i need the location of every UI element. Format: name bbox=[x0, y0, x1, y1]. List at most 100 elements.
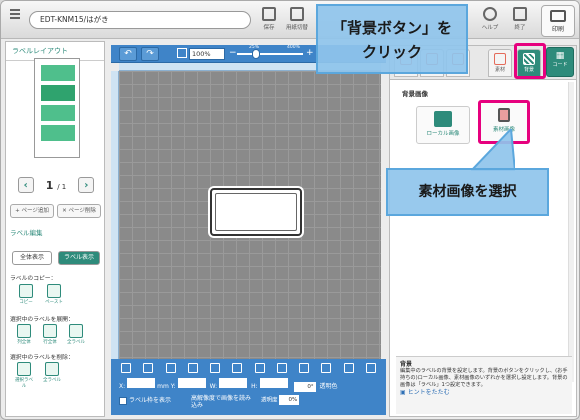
paper-switch-label: 用紙切替 bbox=[285, 25, 308, 31]
help-icon bbox=[483, 7, 497, 21]
trash-icon[interactable] bbox=[121, 363, 131, 373]
add-page-button[interactable]: + ページ追加 bbox=[10, 204, 54, 218]
right-panel-scrollbar[interactable] bbox=[568, 82, 574, 382]
exit-icon bbox=[513, 7, 527, 21]
x-unit: mm bbox=[157, 383, 169, 390]
preview-label-4[interactable] bbox=[41, 125, 75, 141]
exit-button[interactable]: 終了 bbox=[507, 5, 533, 37]
layout-preview[interactable] bbox=[34, 58, 80, 158]
zoom-in-icon[interactable]: + bbox=[306, 48, 314, 58]
show-all-button[interactable]: 全体表示 bbox=[12, 251, 52, 265]
tab-material-label: 素材 bbox=[494, 67, 505, 73]
zoom-out-icon[interactable]: − bbox=[229, 48, 237, 58]
transparent-color-button[interactable]: 透明色 bbox=[320, 383, 338, 390]
page-total: / 1 bbox=[57, 182, 67, 191]
zoom-select[interactable]: 100% bbox=[189, 48, 225, 60]
delete-heading: 選択中のラベルを削除： bbox=[10, 355, 74, 361]
print-button[interactable]: 印刷 bbox=[541, 5, 575, 37]
preview-label-2[interactable] bbox=[41, 85, 75, 101]
show-frame-option[interactable]: ラベル枠を表示 bbox=[119, 395, 171, 405]
expand-row-button[interactable]: 行全体 bbox=[40, 324, 60, 350]
all-labels-icon bbox=[69, 324, 83, 338]
x-label: X: bbox=[119, 383, 126, 390]
flip-icon[interactable] bbox=[276, 363, 287, 373]
cut-icon[interactable] bbox=[143, 363, 154, 373]
expand-column-button[interactable]: 列全体 bbox=[14, 324, 34, 350]
show-label-button[interactable]: ラベル表示 bbox=[58, 251, 100, 265]
page-current: 1 bbox=[45, 178, 54, 192]
redo-button[interactable]: ↷ bbox=[141, 47, 159, 61]
delete-page-button[interactable]: ✕ ページ削除 bbox=[57, 204, 101, 218]
align-icon[interactable] bbox=[254, 363, 265, 373]
callout-1-line-1: 「背景ボタン」を bbox=[331, 19, 452, 37]
paper-switch-button[interactable]: 用紙切替 bbox=[284, 5, 310, 37]
send-back-icon[interactable] bbox=[232, 363, 243, 373]
copy-heading: ラベルのコピー： bbox=[10, 276, 57, 282]
preview-label-3[interactable] bbox=[41, 105, 75, 121]
filename-field[interactable]: EDT-KNM15/はがき bbox=[29, 11, 251, 29]
save-button[interactable]: 保存 bbox=[256, 5, 282, 37]
tab-barcode[interactable]: ▦ コード bbox=[546, 47, 574, 77]
help-button[interactable]: ヘルプ bbox=[477, 5, 503, 37]
material-image-icon bbox=[498, 108, 510, 122]
delete-selected-label: 選択ラベル bbox=[15, 378, 33, 389]
barcode-icon: ▦ bbox=[555, 51, 565, 61]
left-panel: ラベルレイアウト ‹ 1 / 1 › + ページ追加 ✕ ページ削除 ラベル編集… bbox=[5, 41, 105, 417]
top-toolbar: EDT-KNM15/はがき 保存 用紙切替 ヘルプ 終了 印刷 bbox=[1, 1, 579, 39]
local-image-button[interactable]: ローカル画像 bbox=[416, 106, 470, 144]
canvas-bottom-toolbar: X: mm Y: W: H: 0° 透明色 ラベル枠を表示 高解像度で画像を読み込… bbox=[111, 359, 386, 415]
paste-object-icon[interactable] bbox=[187, 363, 198, 373]
background-tab-highlight bbox=[514, 43, 546, 79]
delete-all-label: 全ラベル bbox=[43, 378, 61, 383]
next-page-button[interactable]: › bbox=[78, 177, 95, 193]
show-frame-label: ラベル枠を表示 bbox=[129, 397, 172, 404]
menu-icon[interactable] bbox=[6, 7, 24, 29]
y-field[interactable] bbox=[177, 378, 206, 388]
all-labels-delete-icon bbox=[45, 362, 59, 376]
expand-heading: 選択中のラベルを展開： bbox=[10, 317, 74, 323]
vertical-ruler bbox=[111, 71, 119, 359]
w-label: W: bbox=[209, 383, 218, 390]
callout-click-background: 「背景ボタン」を クリック bbox=[316, 4, 468, 74]
right-panel: 素材 背景 ▦ コード 背景画像 ローカル画像 素材画像 背景 編集中のラベルの背… bbox=[389, 43, 577, 417]
paste-button[interactable]: ペースト bbox=[44, 284, 64, 310]
high-res-option[interactable]: 高解像度で画像を読み込み bbox=[191, 395, 255, 409]
delete-all-button[interactable]: 全ラベル bbox=[42, 362, 62, 388]
expand-all-button[interactable]: 全ラベル bbox=[66, 324, 86, 350]
preview-label-1[interactable] bbox=[41, 65, 75, 81]
lock-icon[interactable] bbox=[343, 363, 354, 373]
label-canvas-shape[interactable] bbox=[210, 188, 302, 236]
selected-label-icon bbox=[17, 362, 31, 376]
transparency-field[interactable]: 0% bbox=[279, 395, 300, 405]
fit-object-icon[interactable] bbox=[321, 363, 332, 373]
copy-button[interactable]: コピー bbox=[16, 284, 36, 310]
fill-icon[interactable] bbox=[299, 363, 310, 373]
help-label: ヘルプ bbox=[481, 25, 499, 31]
zoom-slider[interactable] bbox=[237, 53, 303, 55]
show-frame-checkbox[interactable] bbox=[119, 396, 127, 405]
callout-select-material: 素材画像を選択 bbox=[386, 168, 549, 216]
background-image-heading: 背景画像 bbox=[402, 90, 428, 98]
info-icon[interactable] bbox=[365, 363, 376, 373]
tab-barcode-label: コード bbox=[552, 62, 568, 68]
page-pager: ‹ 1 / 1 › bbox=[6, 175, 106, 195]
zoom-slider-knob[interactable] bbox=[252, 49, 261, 59]
undo-button[interactable]: ↶ bbox=[119, 47, 137, 61]
copy-object-icon[interactable] bbox=[165, 363, 176, 373]
zoom-min-label: 25% bbox=[249, 45, 260, 50]
delete-selected-button[interactable]: 選択ラベル bbox=[14, 362, 34, 389]
w-field[interactable] bbox=[219, 378, 248, 388]
tab-material[interactable]: 素材 bbox=[488, 49, 512, 77]
prev-page-button[interactable]: ‹ bbox=[17, 177, 34, 193]
expand-column-label: 列全体 bbox=[17, 340, 31, 345]
callout-1-line-2: クリック bbox=[361, 43, 422, 61]
paste-icon bbox=[47, 284, 61, 298]
column-icon bbox=[17, 324, 31, 338]
coordinates-row: X: mm Y: W: H: 0° 透明色 bbox=[119, 378, 381, 392]
fit-icon[interactable] bbox=[177, 48, 187, 58]
x-field[interactable] bbox=[127, 378, 156, 388]
hint-collapse-link[interactable]: ▣ ヒントをたたむ bbox=[400, 389, 568, 396]
angle-field[interactable]: 0° bbox=[293, 382, 316, 392]
h-field[interactable] bbox=[259, 378, 288, 388]
bring-front-icon[interactable] bbox=[210, 363, 221, 373]
